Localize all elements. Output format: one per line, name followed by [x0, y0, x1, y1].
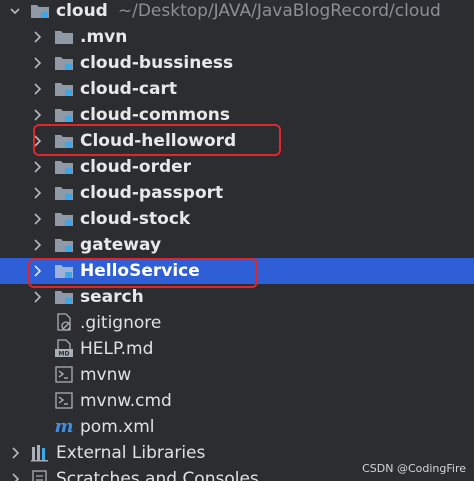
- tree-item[interactable]: gateway: [0, 232, 474, 258]
- file-item[interactable]: .gitignore: [0, 310, 474, 336]
- module-folder-icon: [55, 187, 73, 200]
- chevron-right-icon[interactable]: [30, 290, 44, 304]
- maven-file-icon: m: [54, 417, 73, 435]
- external-libraries-label: External Libraries: [56, 443, 206, 463]
- tree-item[interactable]: cloud-cart: [0, 76, 474, 102]
- project-tree: cloud ~/Desktop/JAVA/JavaBlogRecord/cloud…: [0, 0, 474, 481]
- project-name: cloud: [56, 1, 108, 21]
- module-folder-icon: [55, 213, 73, 226]
- chevron-right-icon[interactable]: [30, 134, 44, 148]
- tree-item[interactable]: cloud-passport: [0, 180, 474, 206]
- file-item[interactable]: mvnw: [0, 362, 474, 388]
- scratches-label: Scratches and Consoles: [56, 469, 259, 481]
- svg-text:m: m: [54, 417, 73, 435]
- script-file-icon: [55, 366, 73, 383]
- module-folder-icon: [55, 161, 73, 174]
- module-folder-icon: [55, 109, 73, 122]
- library-icon: [31, 445, 48, 462]
- file-label: pom.xml: [80, 417, 155, 437]
- project-path: ~/Desktop/JAVA/JavaBlogRecord/cloud: [117, 1, 441, 21]
- file-label: .gitignore: [80, 313, 162, 333]
- chevron-right-icon[interactable]: [8, 446, 22, 460]
- module-folder-icon: [55, 265, 73, 278]
- tree-item-label: HelloService: [80, 261, 200, 281]
- svg-text:MD: MD: [59, 351, 70, 358]
- tree-item-label: cloud-passport: [80, 183, 224, 203]
- file-label: HELP.md: [80, 339, 154, 359]
- tree-item[interactable]: cloud-commons: [0, 102, 474, 128]
- tree-item-label: cloud-stock: [80, 209, 191, 229]
- chevron-right-icon[interactable]: [30, 56, 44, 70]
- tree-item-label: Cloud-helloword: [80, 131, 237, 151]
- scratches-icon: [32, 470, 47, 481]
- chevron-right-icon[interactable]: [30, 160, 44, 174]
- module-folder-icon: [55, 83, 73, 96]
- chevron-right-icon[interactable]: [30, 264, 44, 278]
- tree-item[interactable]: cloud-stock: [0, 206, 474, 232]
- chevron-down-icon[interactable]: [8, 4, 22, 18]
- file-item[interactable]: mvnw.cmd: [0, 388, 474, 414]
- tree-root-row[interactable]: cloud ~/Desktop/JAVA/JavaBlogRecord/cloud: [0, 0, 474, 24]
- tree-item-label: .mvn: [80, 27, 128, 47]
- file-item[interactable]: m pom.xml: [0, 414, 474, 440]
- chevron-right-icon[interactable]: [30, 186, 44, 200]
- chevron-right-icon[interactable]: [8, 472, 22, 481]
- watermark: CSDN @CodingFire: [362, 462, 466, 475]
- tree-item-label: cloud-commons: [80, 105, 230, 125]
- module-folder-icon: [31, 5, 49, 18]
- file-label: mvnw: [80, 365, 132, 385]
- gitignore-file-icon: [57, 313, 71, 331]
- tree-item-selected[interactable]: HelloService: [0, 258, 474, 284]
- chevron-right-icon[interactable]: [30, 108, 44, 122]
- project-name-row: cloud ~/Desktop/JAVA/JavaBlogRecord/cloud: [56, 0, 441, 24]
- file-item[interactable]: MD HELP.md: [0, 336, 474, 362]
- tree-item[interactable]: search: [0, 284, 474, 310]
- chevron-right-icon[interactable]: [30, 238, 44, 252]
- tree-item[interactable]: .mvn: [0, 24, 474, 50]
- tree-item-label: cloud-cart: [80, 79, 177, 99]
- tree-item-label: cloud-bussiness: [80, 53, 234, 73]
- chevron-right-icon[interactable]: [30, 82, 44, 96]
- module-folder-icon: [55, 291, 73, 304]
- tree-item-label: search: [80, 287, 144, 307]
- tree-item[interactable]: Cloud-helloword: [0, 128, 474, 154]
- tree-item[interactable]: cloud-bussiness: [0, 50, 474, 76]
- markdown-file-icon: MD: [55, 339, 73, 358]
- module-folder-icon: [55, 57, 73, 70]
- chevron-right-icon[interactable]: [30, 212, 44, 226]
- script-file-icon: [55, 392, 73, 409]
- module-folder-icon: [55, 239, 73, 252]
- folder-icon: [55, 31, 73, 44]
- tree-item[interactable]: cloud-order: [0, 154, 474, 180]
- module-folder-icon: [55, 135, 73, 148]
- tree-item-label: cloud-order: [80, 157, 192, 177]
- chevron-right-icon[interactable]: [30, 30, 44, 44]
- file-label: mvnw.cmd: [80, 391, 172, 411]
- tree-item-label: gateway: [80, 235, 162, 255]
